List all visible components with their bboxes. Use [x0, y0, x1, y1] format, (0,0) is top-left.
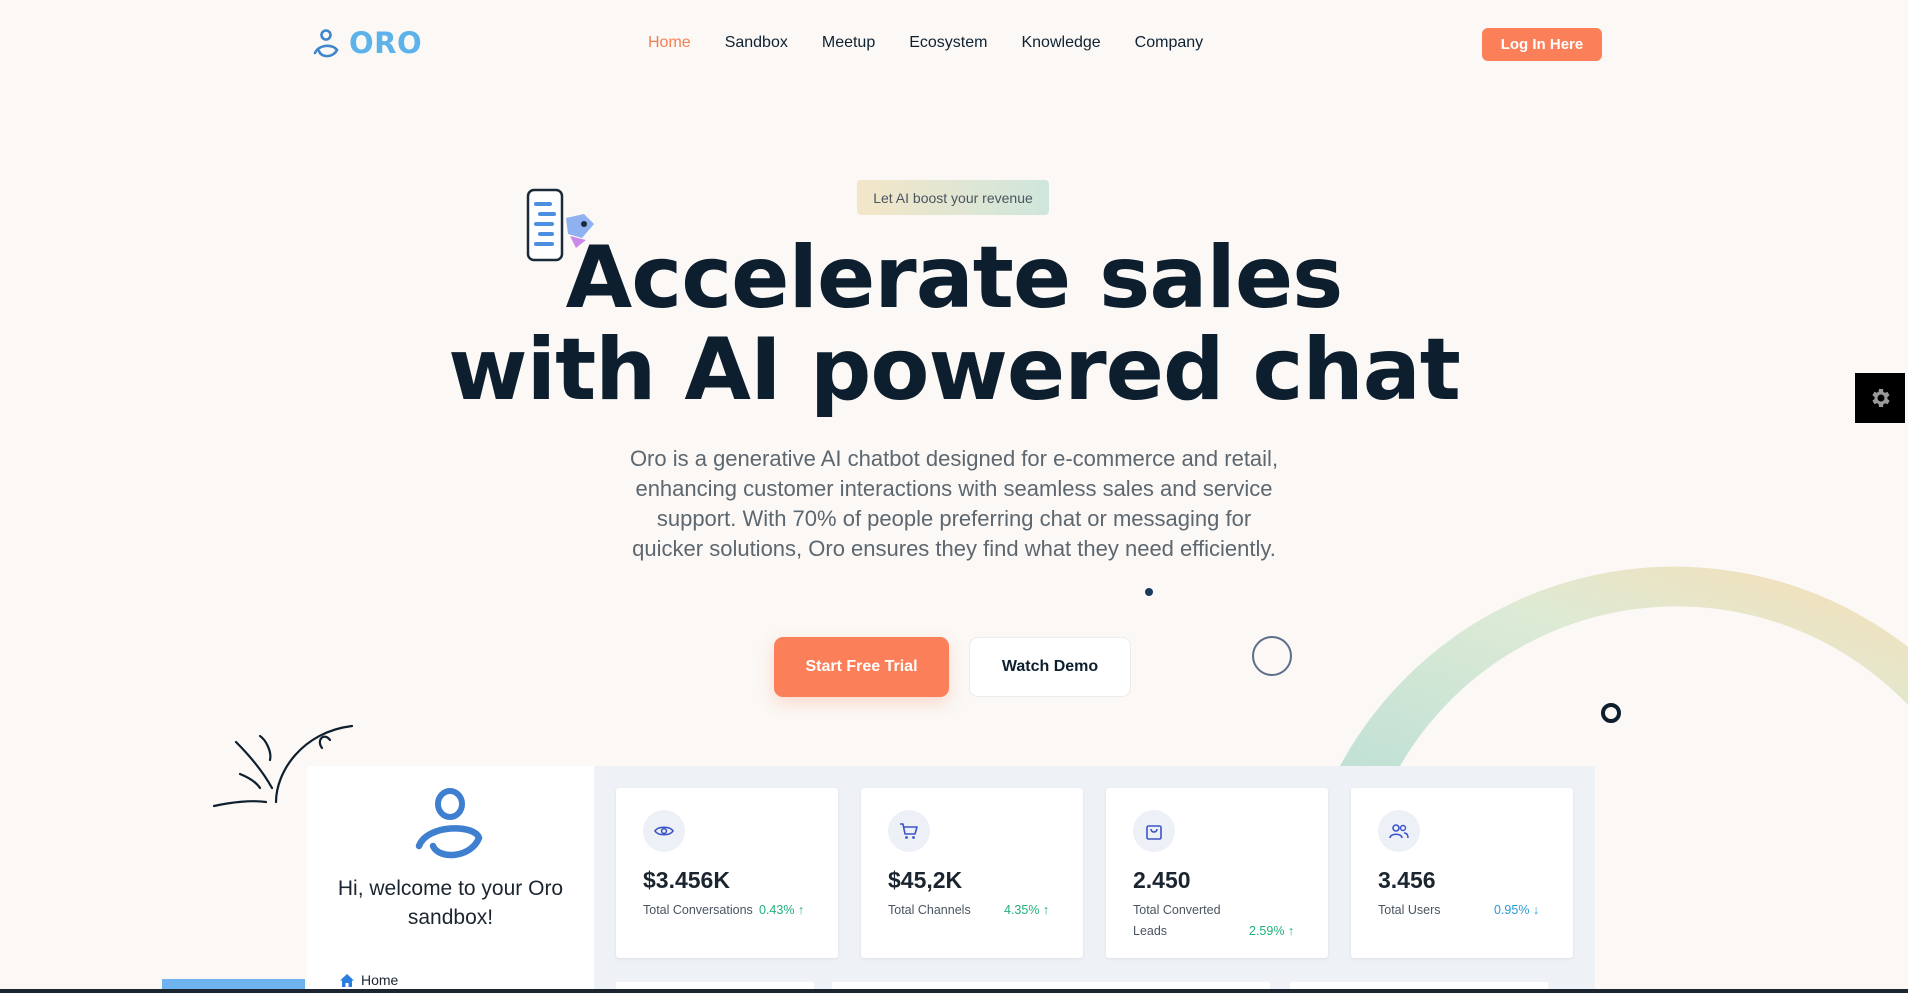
nav-item-knowledge[interactable]: Knowledge [1021, 34, 1100, 52]
nav-item-home[interactable]: Home [648, 34, 691, 52]
small-ring-decoration [1601, 703, 1621, 723]
gear-icon [1872, 389, 1890, 407]
stat-card-conversations[interactable]: $3.456K Total Conversations 0.43% ↑ [616, 788, 838, 958]
stat-value: 2.450 [1133, 867, 1191, 893]
stat-label: Total Channels [888, 903, 971, 917]
dot-decoration [1145, 588, 1153, 596]
watch-demo-button[interactable]: Watch Demo [969, 637, 1131, 697]
settings-toggle[interactable] [1855, 373, 1905, 423]
stat-card-channels[interactable]: $45,2K Total Channels 4.35% ↑ [861, 788, 1083, 958]
brand-logo[interactable]: ORO [311, 26, 422, 60]
stat-value: 3.456 [1378, 867, 1436, 893]
nav-item-company[interactable]: Company [1135, 34, 1203, 52]
stat-value: $45,2K [888, 867, 963, 893]
hero-badge: Let AI boost your revenue [857, 180, 1049, 215]
dashboard-main: $3.456K Total Conversations 0.43% ↑ $45,… [594, 766, 1595, 993]
welcome-message: Hi, welcome to your Oro sandbox! [337, 877, 564, 929]
login-button[interactable]: Log In Here [1482, 28, 1602, 61]
sidebar-item-label: Home [361, 972, 399, 988]
users-icon [1378, 810, 1420, 852]
cart-icon [888, 810, 930, 852]
stat-card-users[interactable]: 3.456 Total Users 0.95% ↓ [1351, 788, 1573, 958]
stat-delta: 0.95% ↓ [1494, 903, 1540, 917]
start-free-trial-button[interactable]: Start Free Trial [774, 637, 949, 697]
nav-item-ecosystem[interactable]: Ecosystem [909, 34, 987, 52]
stat-delta: 4.35% ↑ [1004, 903, 1050, 917]
bottom-border [0, 989, 1908, 993]
stat-card-leads[interactable]: 2.450 Total Converted Leads 2.59% ↑ [1106, 788, 1328, 958]
main-nav: Home Sandbox Meetup Ecosystem Knowledge … [648, 34, 1203, 52]
sidebar-item-home[interactable]: Home [339, 972, 398, 988]
oro-logo-icon [313, 29, 339, 58]
landing-page: ORO Home Sandbox Meetup Ecosystem Knowle… [0, 0, 1908, 993]
eye-icon [643, 810, 685, 852]
stat-delta: 2.59% ↑ [1249, 924, 1295, 938]
stat-value: $3.456K [643, 867, 730, 893]
stat-label: Total Converted Leads [1133, 903, 1221, 938]
stat-label: Total Users [1378, 903, 1441, 917]
gradient-arc-decoration [1340, 566, 1908, 766]
hero-title: Accelerate sales with AI powered chat [300, 232, 1608, 416]
brand-name: ORO [349, 26, 423, 60]
nav-item-meetup[interactable]: Meetup [822, 34, 875, 52]
hero-title-line2: with AI powered chat [448, 320, 1461, 420]
dashboard-sidebar: Hi, welcome to your Oro sandbox! Home [307, 766, 594, 993]
stat-delta: 0.43% ↑ [759, 903, 805, 917]
hero-description: Oro is a generative AI chatbot designed … [629, 446, 1279, 561]
home-icon [340, 973, 354, 987]
hero-title-line1: Accelerate sales [565, 228, 1344, 328]
oro-mascot-logo [415, 788, 483, 859]
bag-icon [1133, 810, 1175, 852]
nav-item-sandbox[interactable]: Sandbox [725, 34, 788, 52]
ring-decoration [1252, 636, 1292, 676]
stat-label: Total Conversations [643, 903, 753, 917]
